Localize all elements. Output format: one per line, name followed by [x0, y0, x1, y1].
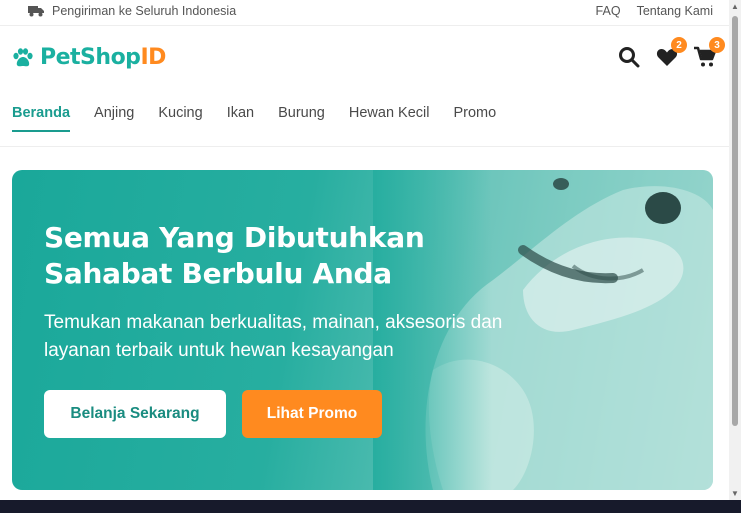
hero-banner: Semua Yang Dibutuhkan Sahabat Berbulu An… — [12, 170, 713, 490]
scrollbar-thumb[interactable] — [732, 16, 738, 426]
top-links: FAQ Tentang Kami — [596, 4, 713, 18]
cart-badge: 3 — [709, 37, 725, 53]
hero-subtitle-line1: Temukan makanan berkualitas, mainan, aks… — [44, 312, 503, 333]
cart-button[interactable]: 3 — [693, 37, 725, 69]
nav-item-burung[interactable]: Burung — [278, 105, 325, 132]
hero-subtitle: Temukan makanan berkualitas, mainan, aks… — [44, 309, 604, 365]
hero-subtitle-line2: layanan terbaik untuk hewan kesayangan — [44, 340, 394, 361]
header-icons: 2 3 — [617, 37, 725, 69]
top-bar: Pengiriman ke Seluruh Indonesia FAQ Tent… — [0, 0, 729, 26]
logo[interactable]: PetShopID — [12, 45, 166, 70]
hero-title: Semua Yang Dibutuhkan Sahabat Berbulu An… — [44, 220, 484, 292]
nav-item-beranda[interactable]: Beranda — [12, 105, 71, 132]
paw-icon — [13, 47, 33, 66]
site-header: PetShopID 2 3 — [0, 27, 729, 93]
shipping-info: Pengiriman ke Seluruh Indonesia — [28, 4, 236, 18]
page-scrollbar[interactable]: ▲ ▼ — [729, 0, 741, 500]
faq-link[interactable]: FAQ — [596, 4, 621, 18]
shipping-text: Pengiriman ke Seluruh Indonesia — [52, 4, 237, 18]
nav-item-anjing[interactable]: Anjing — [94, 105, 134, 132]
scroll-up-arrow-icon[interactable]: ▲ — [731, 2, 739, 11]
about-link[interactable]: Tentang Kami — [637, 4, 713, 18]
nav-item-hewan-kecil[interactable]: Hewan Kecil — [349, 105, 430, 132]
shop-now-button[interactable]: Belanja Sekarang — [44, 390, 226, 438]
truck-icon — [28, 6, 44, 17]
view-promo-button[interactable]: Lihat Promo — [242, 390, 382, 438]
hero-title-line1: Semua Yang Dibutuhkan — [44, 221, 425, 254]
nav-item-ikan[interactable]: Ikan — [227, 105, 254, 132]
hero-title-line2: Sahabat Berbulu Anda — [44, 257, 392, 290]
wishlist-badge: 2 — [671, 37, 687, 53]
nav-item-promo[interactable]: Promo — [453, 105, 496, 132]
nav-item-kucing[interactable]: Kucing — [158, 105, 202, 132]
scroll-down-arrow-icon[interactable]: ▼ — [731, 489, 739, 498]
main-nav: Beranda Anjing Kucing Ikan Burung Hewan … — [0, 93, 729, 147]
search-icon — [619, 47, 640, 68]
next-section-edge — [0, 500, 741, 513]
search-button[interactable] — [617, 45, 641, 69]
wishlist-button[interactable]: 2 — [655, 37, 687, 69]
logo-text: PetShopID — [40, 45, 166, 70]
